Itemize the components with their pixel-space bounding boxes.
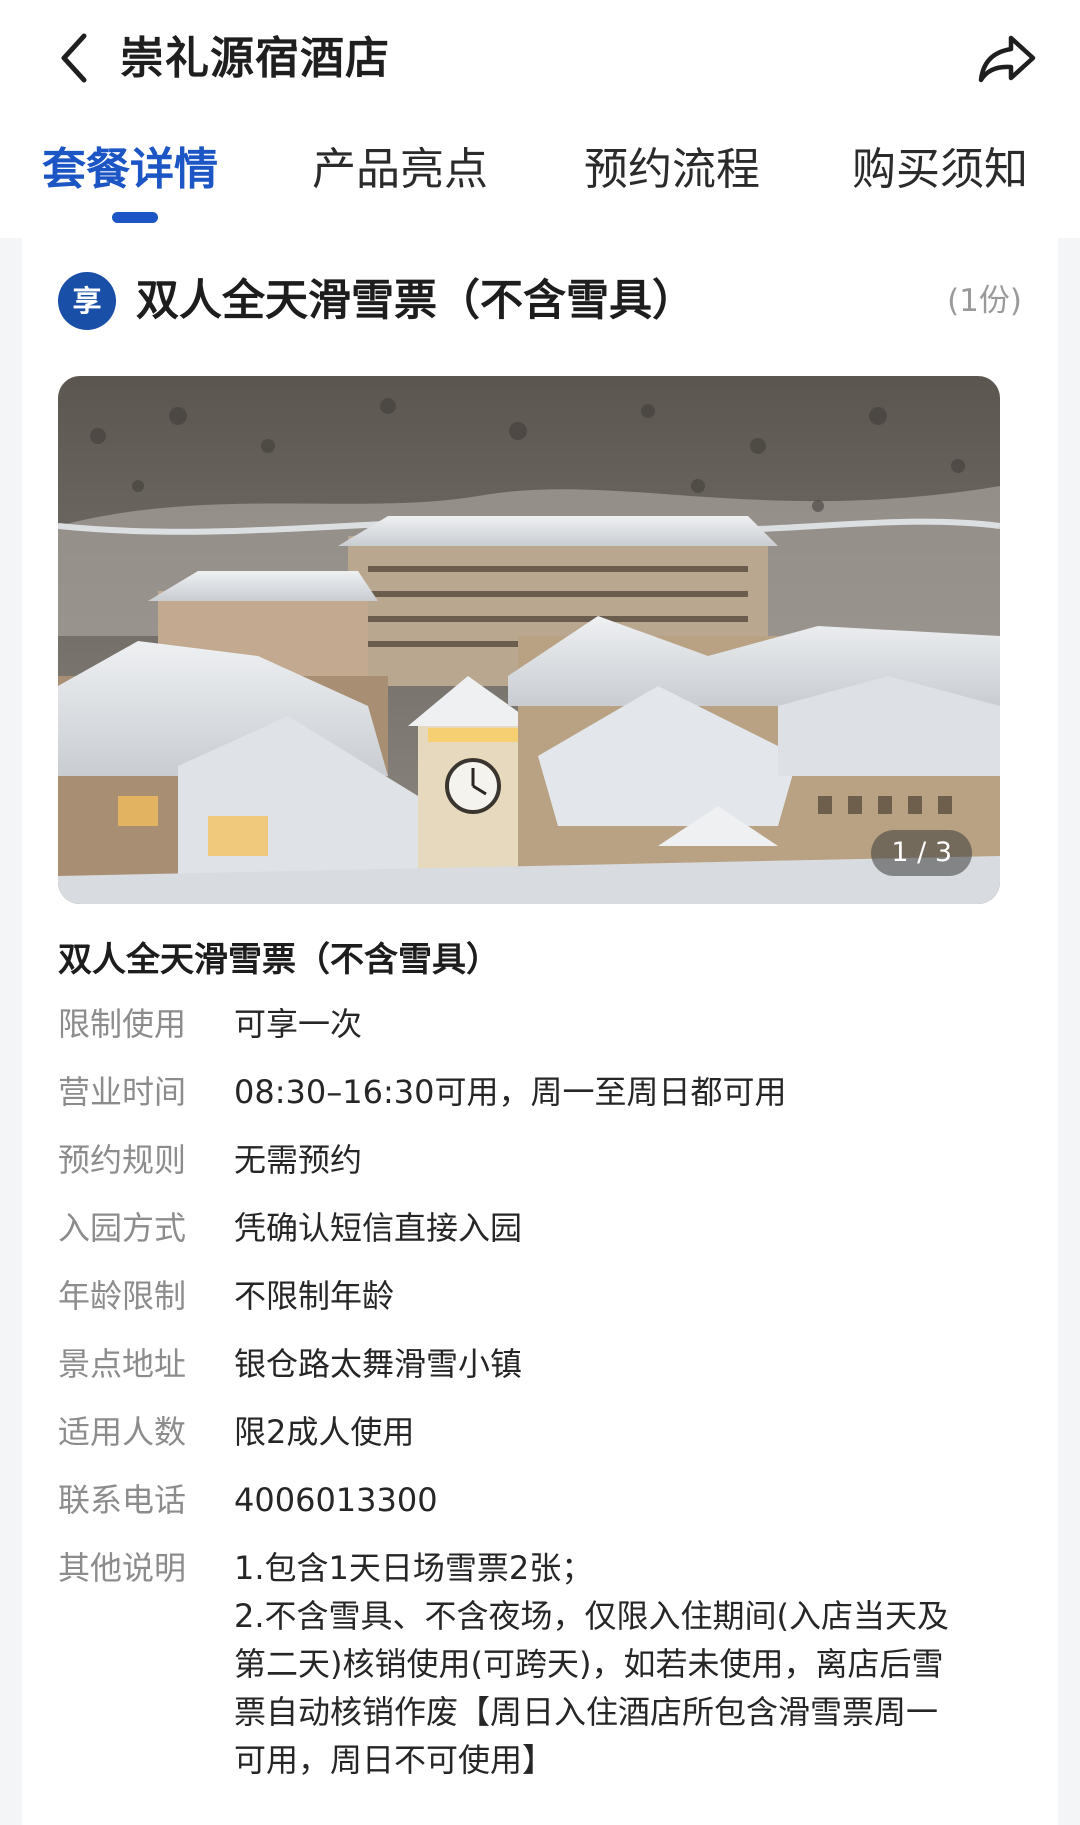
detail-label: 适用人数 <box>58 1413 187 1451</box>
share-arrow-icon <box>978 35 1036 83</box>
package-quantity: (1份) <box>947 283 1022 319</box>
detail-row-notes: 其他说明 1.包含1天日场雪票2张； 2.不含雪具、不含夜场，仅限入住期间(入店… <box>58 1544 1022 1784</box>
package-detail-list: 限制使用 可享一次 营业时间 08:30–16:30可用，周一至周日都可用 预约… <box>58 1000 1022 1804</box>
detail-value: 凭确认短信直接入园 <box>234 1209 523 1247</box>
page-title: 崇礼源宿酒店 <box>120 33 390 84</box>
tab-purchase-notes[interactable]: 购买须知 <box>852 138 1028 202</box>
notes-text: 1.包含1天日场雪票2张； 2.不含雪具、不含夜场，仅限入住期间(入店当天及 第… <box>234 1544 1022 1784</box>
detail-row: 营业时间 08:30–16:30可用，周一至周日都可用 <box>58 1068 1022 1116</box>
detail-value: 可享一次 <box>234 1005 363 1043</box>
detail-row: 限制使用 可享一次 <box>58 1000 1022 1048</box>
detail-value: 08:30–16:30可用，周一至周日都可用 <box>234 1073 787 1111</box>
enjoy-badge: 享 <box>58 272 116 330</box>
detail-label: 限制使用 <box>58 1005 187 1043</box>
detail-value: 银仓路太舞滑雪小镇 <box>234 1345 523 1383</box>
back-button[interactable] <box>44 22 104 94</box>
detail-label: 预约规则 <box>58 1141 187 1179</box>
detail-label: 年龄限制 <box>58 1277 187 1315</box>
detail-label: 其他说明 <box>58 1549 187 1587</box>
detail-value: 限2成人使用 <box>234 1413 415 1451</box>
snow-resort-photo <box>58 376 1000 904</box>
detail-row: 景点地址 银仓路太舞滑雪小镇 <box>58 1340 1022 1388</box>
notes-line: 1.包含1天日场雪票2张； <box>234 1549 594 1587</box>
detail-row: 联系电话 4006013300 <box>58 1476 1022 1524</box>
package-header: 享 双人全天滑雪票（不含雪具） (1份) <box>58 268 1022 334</box>
tab-bar: 套餐详情 产品亮点 预约流程 购买须知 <box>0 128 1080 228</box>
image-counter: 1 / 3 <box>871 830 972 876</box>
detail-value: 无需预约 <box>234 1141 363 1179</box>
detail-label: 景点地址 <box>58 1345 187 1383</box>
package-card: 享 双人全天滑雪票（不含雪具） (1份) 1 / 3 双人全天滑雪票（不含雪具）… <box>22 238 1058 1825</box>
tab-booking-process[interactable]: 预约流程 <box>584 138 760 202</box>
notes-line: 票自动核销作废【周日入住酒店所包含滑雪票周一 <box>234 1693 939 1731</box>
detail-row: 年龄限制 不限制年龄 <box>58 1272 1022 1320</box>
detail-label: 联系电话 <box>58 1481 187 1519</box>
notes-line: 2.不含雪具、不含夜场，仅限入住期间(入店当天及 <box>234 1597 950 1635</box>
share-button[interactable] <box>972 26 1042 92</box>
tab-product-highlights[interactable]: 产品亮点 <box>312 138 488 202</box>
detail-label: 营业时间 <box>58 1073 187 1111</box>
detail-row: 适用人数 限2成人使用 <box>58 1408 1022 1456</box>
notes-line: 可用，周日不可使用】 <box>234 1741 555 1779</box>
chevron-left-icon <box>61 33 87 83</box>
tab-package-details[interactable]: 套餐详情 <box>42 138 218 202</box>
package-title: 双人全天滑雪票（不含雪具） <box>136 276 695 326</box>
contact-phone[interactable]: 4006013300 <box>234 1476 1022 1524</box>
active-tab-indicator <box>112 212 158 223</box>
detail-row: 预约规则 无需预约 <box>58 1136 1022 1184</box>
notes-line: 第二天)核销使用(可跨天)，如若未使用，离店后雪 <box>234 1645 944 1683</box>
detail-value: 不限制年龄 <box>234 1277 395 1315</box>
top-bar: 崇礼源宿酒店 套餐详情 产品亮点 预约流程 购买须知 <box>0 0 1080 238</box>
detail-label: 入园方式 <box>58 1209 187 1247</box>
package-photo-carousel[interactable]: 1 / 3 <box>58 376 1000 904</box>
package-subtitle: 双人全天滑雪票（不含雪具） <box>58 940 500 980</box>
detail-row: 入园方式 凭确认短信直接入园 <box>58 1204 1022 1252</box>
